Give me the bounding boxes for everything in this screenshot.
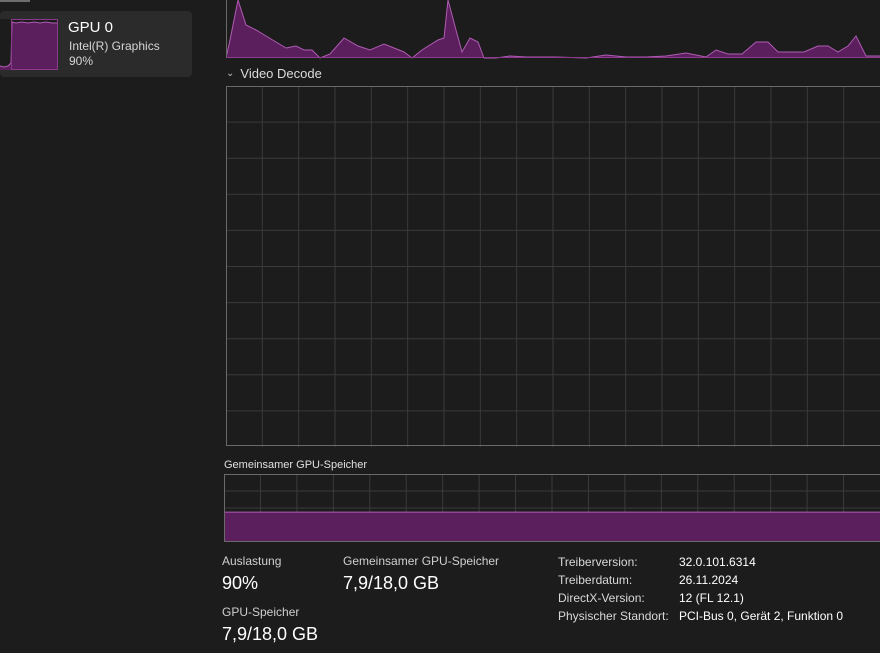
property-value: PCI-Bus 0, Gerät 2, Funktion 0 xyxy=(679,609,844,623)
gpu-title: GPU 0 xyxy=(68,19,114,36)
shared-memory-graph xyxy=(224,474,880,542)
property-key: Treiberdatum: xyxy=(558,573,633,587)
sidebar-item-gpu-0[interactable]: GPU 0 Intel(R) Graphics 90% xyxy=(0,11,192,77)
property-value: 26.11.2024 xyxy=(679,573,739,587)
property-value: 12 (FL 12.1) xyxy=(679,591,744,605)
gpu-properties: Treiberversion: 32.0.101.6314 Treiberdat… xyxy=(558,553,843,625)
gpu-memory-label: GPU-Speicher xyxy=(222,605,300,619)
video-decode-header[interactable]: ⌄ Video Decode xyxy=(226,66,322,81)
shared-memory-graph-label: Gemeinsamer GPU-Speicher xyxy=(224,459,368,471)
video-decode-graph xyxy=(226,86,880,447)
property-key: Physischer Standort: xyxy=(558,609,669,623)
shared-memory-stat-label: Gemeinsamer GPU-Speicher xyxy=(343,554,500,568)
property-value: 32.0.101.6314 xyxy=(679,555,756,569)
property-key: Treiberversion: xyxy=(558,555,638,569)
sidebar-item-previous-edge[interactable] xyxy=(0,0,30,2)
property-row: Physischer Standort: PCI-Bus 0, Gerät 2,… xyxy=(558,607,843,625)
shared-memory-stat-value: 7,9/18,0 GB xyxy=(343,573,440,593)
video-decode-label: Video Decode xyxy=(240,66,322,81)
gpu-model: Intel(R) Graphics xyxy=(69,39,160,53)
sidebar: GPU 0 Intel(R) Graphics 90% xyxy=(0,0,200,653)
chevron-down-icon[interactable]: ⌄ xyxy=(226,68,234,79)
utilization-label: Auslastung xyxy=(222,554,282,568)
gpu-memory-value: 7,9/18,0 GB xyxy=(222,624,319,644)
property-row: DirectX-Version: 12 (FL 12.1) xyxy=(558,589,843,607)
task-manager-gpu-view: GPU 0 Intel(R) Graphics 90% ⌄ Video Deco… xyxy=(0,0,880,653)
engine-graph-partial xyxy=(226,0,880,59)
property-row: Treiberdatum: 26.11.2024 xyxy=(558,571,843,589)
property-key: DirectX-Version: xyxy=(558,591,645,605)
gpu-usage: 90% xyxy=(69,54,94,68)
gpu-thumbnail-graph xyxy=(0,19,58,70)
utilization-value: 90% xyxy=(222,573,259,593)
property-row: Treiberversion: 32.0.101.6314 xyxy=(558,553,843,571)
